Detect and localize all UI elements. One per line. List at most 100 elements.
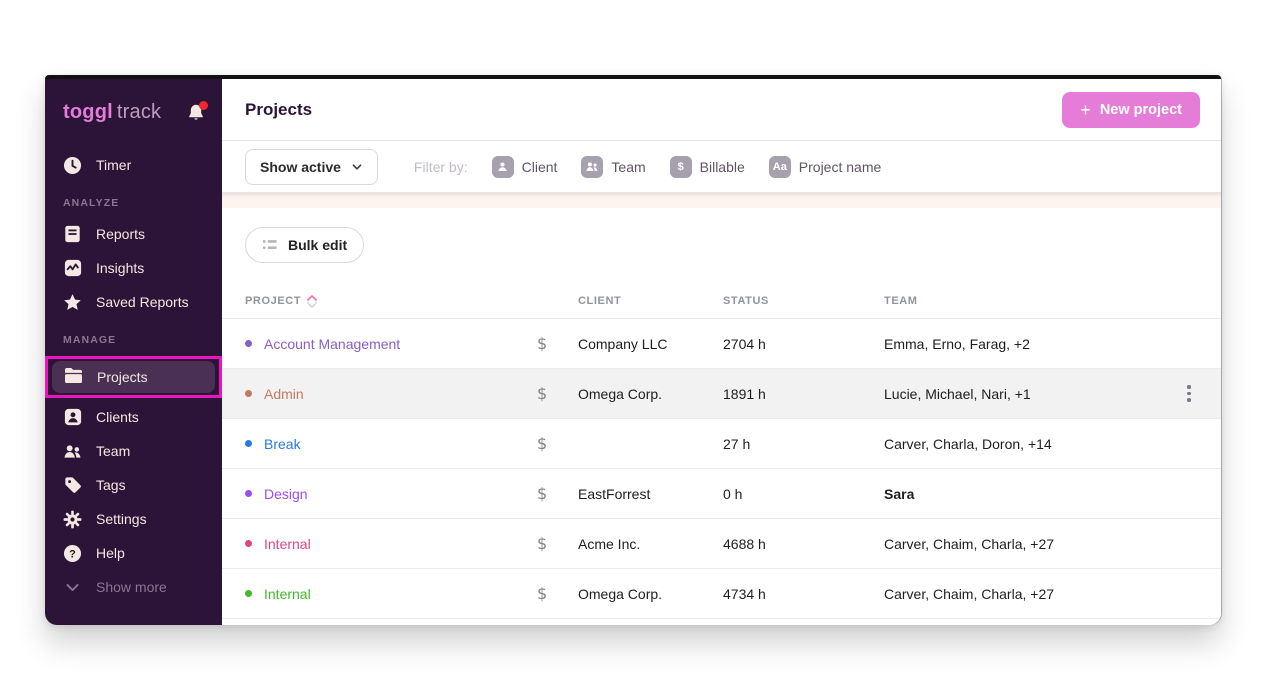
sidebar-section-manage: MANAGE <box>45 319 222 354</box>
project-name[interactable]: Break <box>264 436 301 452</box>
sidebar-item-label: Team <box>96 443 130 459</box>
table-row[interactable]: Admin $ Omega Corp. 1891 h Lucie, Michae… <box>222 369 1221 419</box>
project-color-dot <box>245 440 252 447</box>
logo-track: track <box>117 101 161 123</box>
filter-chip-billable[interactable]: $ Billable <box>670 156 745 178</box>
column-header-project[interactable]: PROJECT <box>245 295 537 308</box>
project-cell[interactable]: Internal <box>245 586 537 602</box>
table-row[interactable]: Internal $ Acme Inc. 4688 h Carver, Chai… <box>222 519 1221 569</box>
team-cell: Sara <box>884 486 1169 502</box>
project-cell[interactable]: Internal <box>245 536 537 552</box>
bulk-edit-button[interactable]: Bulk edit <box>245 227 364 263</box>
logo-toggl: toggl <box>63 101 113 123</box>
team-cell: Emma, Erno, Farag, +2 <box>884 336 1169 352</box>
star-icon <box>63 293 82 312</box>
status-cell: 4734 h <box>723 586 884 602</box>
insights-chart-icon <box>63 259 82 278</box>
project-name[interactable]: Internal <box>264 536 311 552</box>
sidebar-item-projects[interactable]: Projects <box>52 361 215 393</box>
sidebar: toggltrack Timer ANALYZE Reports Insi <box>45 79 222 625</box>
sidebar-show-more[interactable]: Show more <box>45 570 222 604</box>
project-name[interactable]: Admin <box>264 386 304 402</box>
billable-dollar-icon: $ <box>537 484 578 503</box>
cream-divider-band <box>222 193 1221 208</box>
filter-bar: Show active Filter by: Client Team $ Bil… <box>222 141 1221 193</box>
column-header-status[interactable]: STATUS <box>723 295 884 307</box>
project-color-dot <box>245 590 252 597</box>
status-cell: 27 h <box>723 436 884 452</box>
notifications-bell-icon[interactable] <box>186 103 206 123</box>
project-name[interactable]: Internal <box>264 586 311 602</box>
page-title: Projects <box>245 100 312 120</box>
sidebar-item-clients[interactable]: Clients <box>45 400 222 434</box>
sidebar-item-label: Help <box>96 545 125 561</box>
table-body: Account Management $ Company LLC 2704 h … <box>222 319 1221 619</box>
project-color-dot <box>245 540 252 547</box>
show-active-label: Show active <box>260 159 341 175</box>
client-cell: Acme Inc. <box>578 536 723 552</box>
new-project-label: New project <box>1100 102 1182 118</box>
sidebar-item-reports[interactable]: Reports <box>45 217 222 251</box>
kebab-menu[interactable] <box>1177 382 1201 406</box>
svg-text:?: ? <box>69 548 76 560</box>
sidebar-item-team[interactable]: Team <box>45 434 222 468</box>
main-area: Projects + New project Show active Filte… <box>222 79 1221 625</box>
plus-icon: + <box>1080 101 1091 119</box>
chevron-down-icon <box>351 161 363 173</box>
project-color-dot <box>245 490 252 497</box>
status-cell: 4688 h <box>723 536 884 552</box>
table-row[interactable]: Account Management $ Company LLC 2704 h … <box>222 319 1221 369</box>
project-name[interactable]: Account Management <box>264 336 400 352</box>
table-row[interactable]: Break $ 27 h Carver, Charla, Doron, +14 <box>222 419 1221 469</box>
project-cell[interactable]: Break <box>245 436 537 452</box>
gear-icon <box>63 510 82 529</box>
project-color-dot <box>245 390 252 397</box>
table-row[interactable]: Internal $ Omega Corp. 4734 h Carver, Ch… <box>222 569 1221 619</box>
new-project-button[interactable]: + New project <box>1062 92 1200 128</box>
table-row[interactable]: Design $ EastForrest 0 h Sara <box>222 469 1221 519</box>
chip-label: Billable <box>700 159 745 175</box>
sidebar-item-label: Projects <box>97 369 148 385</box>
sidebar-item-label: Insights <box>96 260 144 276</box>
sidebar-item-insights[interactable]: Insights <box>45 251 222 285</box>
chip-label: Team <box>611 159 645 175</box>
sidebar-item-label: Settings <box>96 511 147 527</box>
sidebar-item-timer[interactable]: Timer <box>45 148 222 182</box>
project-cell[interactable]: Account Management <box>245 336 537 352</box>
team-cell: Carver, Charla, Doron, +14 <box>884 436 1169 452</box>
sort-icon <box>307 295 317 308</box>
chip-label: Client <box>522 159 558 175</box>
sidebar-item-label: Saved Reports <box>96 294 189 310</box>
help-question-icon: ? <box>63 544 82 563</box>
show-active-dropdown[interactable]: Show active <box>245 149 378 185</box>
filter-chip-team[interactable]: Team <box>581 156 645 178</box>
bulk-edit-list-icon <box>262 238 278 252</box>
team-cell: Carver, Chaim, Charla, +27 <box>884 586 1169 602</box>
project-name[interactable]: Design <box>264 486 308 502</box>
column-header-client[interactable]: CLIENT <box>578 295 723 307</box>
people-icon <box>581 156 603 178</box>
page-header: Projects + New project <box>222 79 1221 141</box>
person-icon <box>492 156 514 178</box>
sidebar-item-label: Reports <box>96 226 145 242</box>
sidebar-item-label: Clients <box>96 409 139 425</box>
project-cell[interactable]: Admin <box>245 386 537 402</box>
sidebar-section-analyze: ANALYZE <box>45 182 222 217</box>
tag-icon <box>63 476 82 495</box>
filter-chip-client[interactable]: Client <box>492 156 558 178</box>
bulk-edit-label: Bulk edit <box>288 237 347 253</box>
client-cell: EastForrest <box>578 486 723 502</box>
sidebar-item-saved-reports[interactable]: Saved Reports <box>45 285 222 319</box>
project-cell[interactable]: Design <box>245 486 537 502</box>
column-header-team[interactable]: TEAM <box>884 295 1169 307</box>
sidebar-item-help[interactable]: ? Help <box>45 536 222 570</box>
text-icon: Aa <box>769 156 791 178</box>
filter-by-label: Filter by: <box>414 159 468 175</box>
person-badge-icon <box>63 408 82 427</box>
sidebar-item-settings[interactable]: Settings <box>45 502 222 536</box>
sidebar-item-tags[interactable]: Tags <box>45 468 222 502</box>
table-header-row: PROJECT CLIENT STATUS TEAM <box>222 284 1221 319</box>
sidebar-item-label: Tags <box>96 477 126 493</box>
billable-dollar-icon: $ <box>537 334 578 353</box>
filter-chip-project-name[interactable]: Aa Project name <box>769 156 881 178</box>
